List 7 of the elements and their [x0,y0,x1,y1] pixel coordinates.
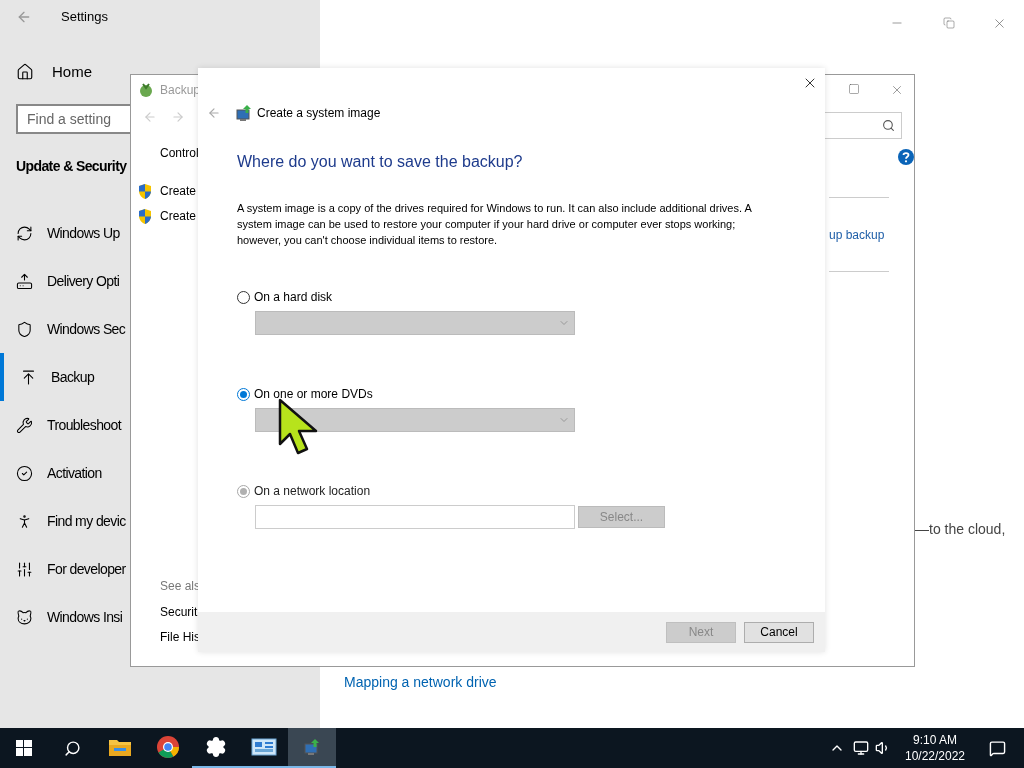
window-title: Backup [160,82,201,99]
window-title: Settings [61,8,108,27]
section-heading: Update & Security [16,157,127,176]
dialog-title: Create a system image [257,105,381,122]
dialog-heading: Where do you want to save the backup? [237,152,524,172]
description-text: A system image is a copy of the drives required for Windows to run. It can also include additional drives. A system image can be used to restore your computer if your hard drive or computer ever stops working; however, you can't choose individual items to restore. [237,201,753,248]
description-text: —to the cloud, [915,520,1006,539]
